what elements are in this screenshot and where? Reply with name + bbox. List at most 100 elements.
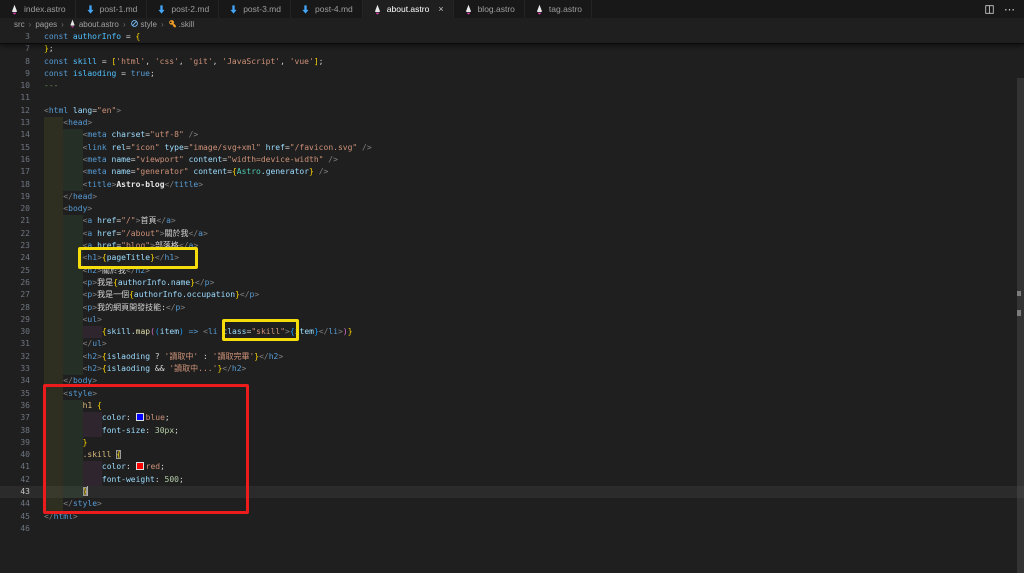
line-content: font-weight: 500;	[44, 473, 1024, 486]
tab-post-4.md[interactable]: post-4.md	[290, 0, 363, 18]
indent-rainbow-band	[44, 240, 64, 253]
line-number: 24	[20, 253, 30, 263]
code-line-20[interactable]: 20 <body>	[0, 203, 1024, 216]
indent-rainbow-band	[63, 449, 83, 462]
indent-rainbow-band	[44, 153, 64, 167]
code-line-31[interactable]: 31 </ul>	[0, 338, 1024, 351]
line-number: 27	[20, 290, 30, 300]
editor-actions: ⋯	[975, 0, 1024, 18]
more-actions-icon[interactable]: ⋯	[1004, 3, 1015, 16]
code-line-43[interactable]: 43}	[0, 485, 1024, 499]
code-line-33[interactable]: 33 <h2>{islaoding && '讀取中...'}</h2>	[0, 363, 1024, 376]
line-content: </ul>	[44, 338, 1024, 351]
code-line-42[interactable]: 42 font-weight: 500;	[0, 473, 1024, 486]
vscode-window: index.astro post-1.md post-2.md post-3.md po…	[0, 0, 1024, 573]
code-line-21[interactable]: 21 <a href="/">首頁</a>	[0, 215, 1024, 228]
tab-post-1.md[interactable]: post-1.md	[75, 0, 148, 18]
scrollbar[interactable]	[1017, 78, 1024, 573]
line-content: };	[44, 44, 54, 54]
code-line-32[interactable]: 32 <h2>{islaoding ? '讀取中' : '讀取完畢'}</h2>	[0, 350, 1024, 364]
code-line-29[interactable]: 29 <ul>	[0, 313, 1024, 327]
split-editor-icon[interactable]	[984, 4, 995, 15]
indent-rainbow-band	[82, 473, 102, 486]
line-number: 11	[20, 93, 30, 103]
code-line-40[interactable]: 40 .skill {	[0, 449, 1024, 462]
line-number: 23	[20, 241, 30, 251]
breadcrumb-item-src[interactable]: src	[14, 20, 25, 29]
indent-rainbow-band	[63, 289, 83, 302]
code-line-44[interactable]: 44 </style>	[0, 498, 1024, 511]
tab-post-2.md[interactable]: post-2.md	[147, 0, 220, 18]
code-line-18[interactable]: 18 <title>Astro-blog</title>	[0, 178, 1024, 191]
line-content: <p>我的網頁開發技能:</p>	[44, 301, 1024, 314]
code-line-19[interactable]: 19 </head>	[0, 190, 1024, 204]
line-number: 40	[20, 450, 30, 460]
breadcrumb-item-about.astro[interactable]: about.astro	[68, 19, 119, 30]
code-line-37[interactable]: 37 color: blue;	[0, 412, 1024, 425]
indent-rainbow-band	[44, 350, 64, 364]
tab-tag.astro[interactable]: tag.astro	[524, 0, 592, 18]
code-line-24[interactable]: 24 <h1>{pageTitle}</h1>	[0, 252, 1024, 265]
close-icon[interactable]: ×	[438, 4, 443, 14]
code-line-16[interactable]: 16 <meta name="viewport" content="width=d…	[0, 153, 1024, 167]
tab-label: index.astro	[24, 4, 66, 14]
line-number: 21	[20, 216, 30, 226]
tab-post-3.md[interactable]: post-3.md	[219, 0, 291, 18]
markdown-file-icon	[85, 4, 96, 15]
code-line-41[interactable]: 41 color: red;	[0, 461, 1024, 474]
code-line-12[interactable]: 12 <html lang="en">	[0, 105, 1024, 117]
code-line-14[interactable]: 14 <meta charset="utf-8" />	[0, 129, 1024, 142]
code-line-26[interactable]: 26 <p>我是{authorInfo.name}</p>	[0, 276, 1024, 290]
line-content	[44, 523, 1024, 535]
code-line-25[interactable]: 25 <h2>關於我</h2>	[0, 264, 1024, 277]
breadcrumb-item-pages[interactable]: pages	[35, 20, 57, 29]
sticky-scroll-line-3[interactable]: 3 const authorInfo = {	[0, 31, 1024, 44]
indent-rainbow-band	[82, 326, 102, 339]
astro-file-icon	[372, 4, 383, 15]
code-line-8[interactable]: 8 const skill = ['html', 'css', 'git', 'J…	[0, 56, 1024, 68]
code-editor[interactable]: 3 const authorInfo = {7}; 8 const skill = […	[0, 30, 1024, 573]
indent-rainbow-band	[63, 350, 83, 364]
line-content: h1 {	[44, 399, 1024, 413]
code-line-27[interactable]: 27 <p>我是一個{authorInfo.occupation}</p>	[0, 289, 1024, 302]
indent-rainbow-band	[44, 178, 64, 191]
indent-rainbow-band	[44, 141, 64, 154]
code-line-38[interactable]: 38 font-size: 30px;	[0, 424, 1024, 437]
code-line-35[interactable]: 35 <style>	[0, 387, 1024, 400]
code-line-7[interactable]: 7};	[0, 43, 1024, 55]
code-line-22[interactable]: 22 <a href="/about">關於我</a>	[0, 227, 1024, 241]
line-number: 14	[20, 130, 30, 140]
indent-rainbow-band	[63, 399, 83, 413]
code-line-30[interactable]: 30 {skill.map((item) => <li class="skill"…	[0, 326, 1024, 339]
indent-rainbow-band	[63, 240, 83, 253]
line-content: ---	[44, 81, 59, 91]
line-number: 25	[20, 265, 30, 275]
code-line-39[interactable]: 39}	[0, 436, 1024, 450]
line-content: <a href="/">首頁</a>	[44, 215, 1024, 228]
code-line-10[interactable]: 10 ---	[0, 80, 1024, 92]
line-number: 17	[20, 167, 30, 177]
color-swatch	[135, 461, 144, 470]
code-line-17[interactable]: 17 <meta name="generator" content={Astro.…	[0, 166, 1024, 179]
code-line-36[interactable]: 36 h1 {	[0, 399, 1024, 413]
code-line-23[interactable]: 23 <a href="blog">部落格</a>	[0, 240, 1024, 253]
tab-about.astro[interactable]: about.astro ×	[362, 0, 454, 18]
code-line-13[interactable]: 13 <head>	[0, 117, 1024, 130]
code-line-46[interactable]: 46	[0, 523, 1024, 535]
breadcrumb-item-style[interactable]: style	[130, 19, 157, 30]
tab-bar: index.astro post-1.md post-2.md post-3.md po…	[0, 0, 1024, 18]
code-line-9[interactable]: 9 const islaoding = true;	[0, 68, 1024, 80]
code-line-11[interactable]: 11	[0, 92, 1024, 104]
code-line-45[interactable]: 45 </html>	[0, 511, 1024, 523]
code-line-28[interactable]: 28 <p>我的網頁開發技能:</p>	[0, 301, 1024, 314]
code-line-15[interactable]: 15 <link rel="icon" type="image/svg+xml" …	[0, 141, 1024, 154]
breadcrumb-label: pages	[35, 19, 58, 29]
code-line-34[interactable]: 34 </body>	[0, 375, 1024, 388]
tab-blog.astro[interactable]: blog.astro	[453, 0, 525, 18]
line-number: 32	[20, 351, 30, 361]
tab-index.astro[interactable]: index.astro	[0, 0, 76, 18]
line-number: 46	[20, 523, 30, 533]
breadcrumb-item-.skill[interactable]: .skill	[168, 19, 194, 30]
chevron-right-icon: ›	[28, 19, 32, 29]
breadcrumb-label: src	[14, 19, 25, 29]
